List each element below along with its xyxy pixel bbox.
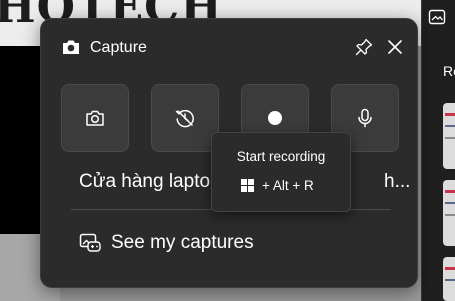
see-my-captures-label: See my captures	[111, 232, 254, 253]
capture-thumbnail[interactable]	[443, 103, 455, 169]
history-icon	[175, 109, 194, 128]
microphone-icon	[358, 108, 372, 128]
windows-key-icon	[241, 179, 254, 192]
capture-thumbnail[interactable]	[443, 257, 455, 301]
close-icon[interactable]	[386, 38, 404, 56]
shortcut-keys: + Alt + R	[262, 178, 314, 193]
record-last-30s-button[interactable]	[151, 84, 219, 152]
gallery-icon	[79, 233, 101, 252]
start-recording-tooltip: Start recording + Alt + R	[211, 132, 351, 212]
gallery-side-panel: Re	[421, 0, 455, 301]
app-name-left: Cửa hàng lapto	[79, 171, 211, 192]
pin-icon[interactable]	[354, 37, 374, 57]
camera-icon	[86, 110, 104, 126]
app-name-right: h...	[384, 171, 411, 192]
capture-thumbnail[interactable]	[443, 180, 455, 246]
record-dot-icon	[268, 111, 282, 125]
take-screenshot-button[interactable]	[61, 84, 129, 152]
camera-icon	[63, 40, 79, 54]
tooltip-title: Start recording	[236, 149, 326, 164]
gallery-icon[interactable]	[428, 8, 446, 26]
gallery-heading: Re	[443, 63, 455, 79]
widget-title: Capture	[90, 39, 147, 56]
